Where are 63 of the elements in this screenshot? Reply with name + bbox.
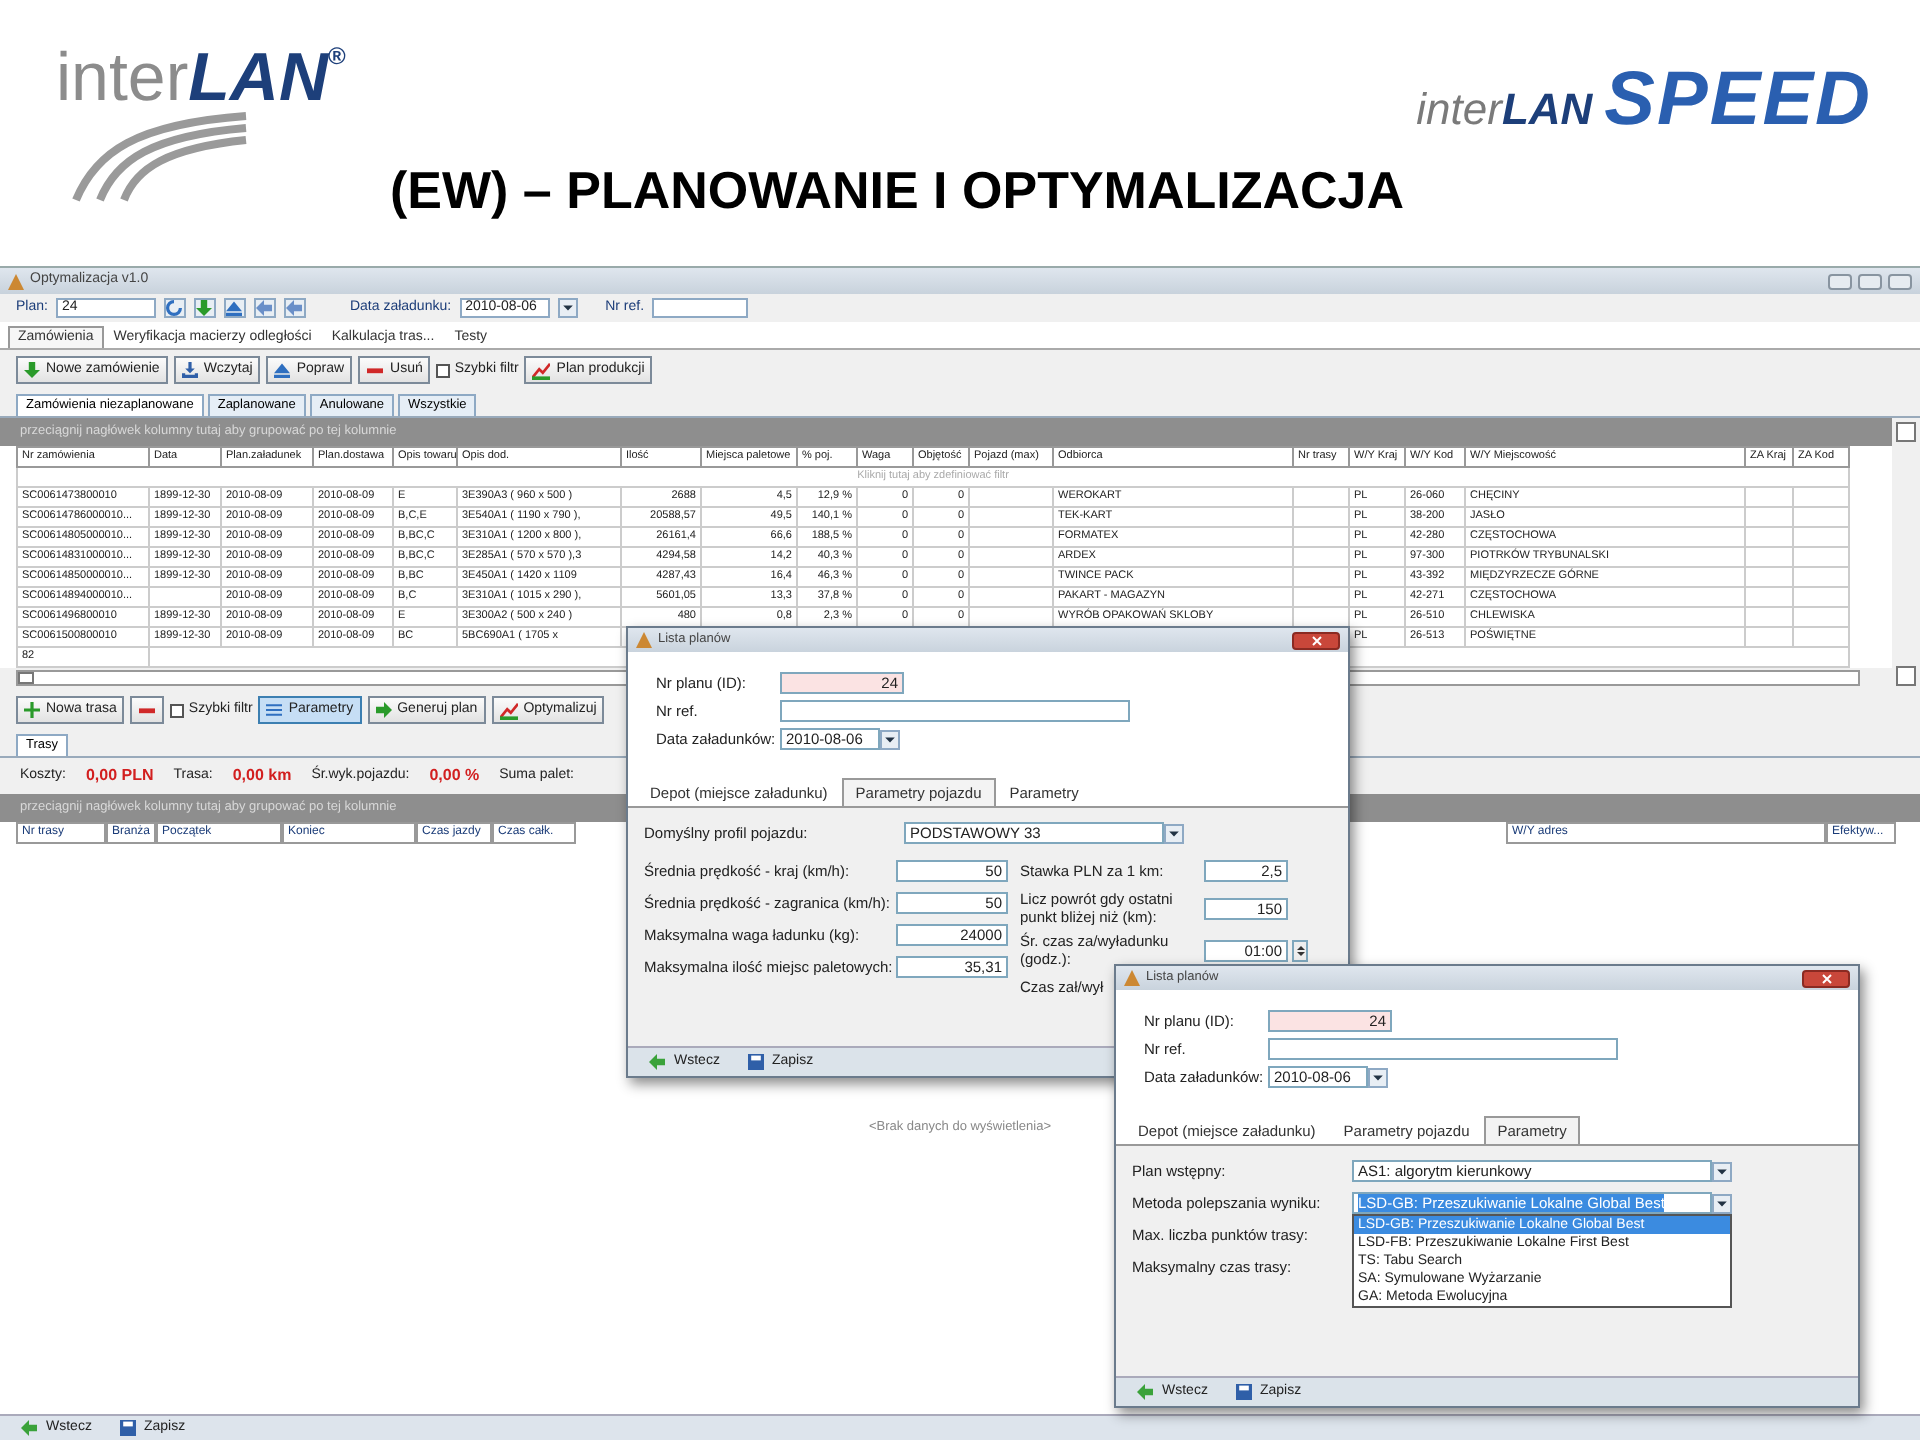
triangle-icon (226, 300, 243, 316)
chart-icon (499, 701, 518, 720)
ref-field[interactable] (780, 700, 1130, 722)
logo-text: LAN (188, 44, 329, 112)
back-arrow-icon (20, 1419, 38, 1436)
toolbar-icon-button[interactable] (283, 298, 306, 318)
caret-icon (1168, 827, 1180, 839)
plus-icon (24, 702, 40, 719)
caret-icon (561, 302, 574, 314)
minimize-button[interactable] (1828, 273, 1852, 289)
app-icon (1124, 970, 1140, 986)
dropdown-button[interactable] (1712, 1193, 1732, 1213)
toolbar-button[interactable] (130, 696, 165, 725)
toolbar-icon-button[interactable] (223, 298, 246, 318)
floppy-icon (747, 1053, 764, 1070)
spin-button[interactable] (1292, 939, 1308, 961)
floppy-icon (119, 1419, 136, 1436)
close-icon (1311, 635, 1321, 645)
ref-field[interactable] (1268, 1038, 1618, 1060)
floppy-icon (1235, 1383, 1252, 1400)
close-button[interactable] (1802, 969, 1850, 987)
summary-value: 0,00 km (232, 766, 292, 786)
logo-text: SPEED (1604, 56, 1872, 146)
caret-icon (1716, 1197, 1728, 1209)
back-arrow-icon (1136, 1383, 1154, 1400)
caret-icon (1372, 1071, 1384, 1083)
back-arrow-icon (648, 1053, 666, 1070)
minus-icon (138, 702, 157, 719)
refresh-icon (166, 300, 183, 316)
summary-value: 0,00 % (429, 766, 480, 786)
dropdown-button[interactable] (557, 298, 578, 318)
toolbar-icon-button[interactable] (253, 298, 276, 318)
registered-mark: ® (328, 44, 346, 68)
dropdown-button[interactable] (880, 729, 900, 749)
app-icon (8, 273, 24, 289)
caret-icon (1716, 1165, 1728, 1177)
dropdown-button[interactable] (1712, 1161, 1732, 1181)
caret-icon (884, 733, 896, 745)
close-button[interactable] (1292, 631, 1340, 649)
spin-arrows-icon (1295, 943, 1305, 957)
scroll-left-button[interactable] (18, 672, 34, 685)
toolbar-icon-button[interactable] (193, 298, 216, 318)
dropdown-button[interactable] (1368, 1067, 1388, 1087)
toolbar-icon-button[interactable] (163, 298, 186, 318)
tray-arrow-icon (181, 362, 198, 379)
dropdown-button[interactable] (1164, 823, 1184, 843)
minus-icon (366, 362, 385, 379)
arrow-down-icon (196, 300, 213, 316)
summary-value: 0,00 PLN (85, 766, 154, 786)
triangle-icon (274, 362, 291, 379)
scroll-down-button[interactable] (1896, 666, 1916, 687)
logo-text: inter (1416, 84, 1502, 137)
maximize-button[interactable] (1858, 273, 1882, 289)
ref-field[interactable] (652, 298, 749, 318)
chart-icon (532, 361, 551, 380)
scroll-up-button[interactable] (1896, 422, 1916, 443)
logo-text: LAN (1501, 84, 1593, 137)
arrow-down-icon (24, 362, 40, 379)
app-icon (636, 632, 652, 648)
close-icon (1821, 973, 1831, 983)
arrow-right-icon (375, 702, 392, 719)
page-title: (EW) – PLANOWANIE I OPTYMALIZACJA (390, 159, 1404, 222)
logo-text: inter (56, 44, 189, 112)
